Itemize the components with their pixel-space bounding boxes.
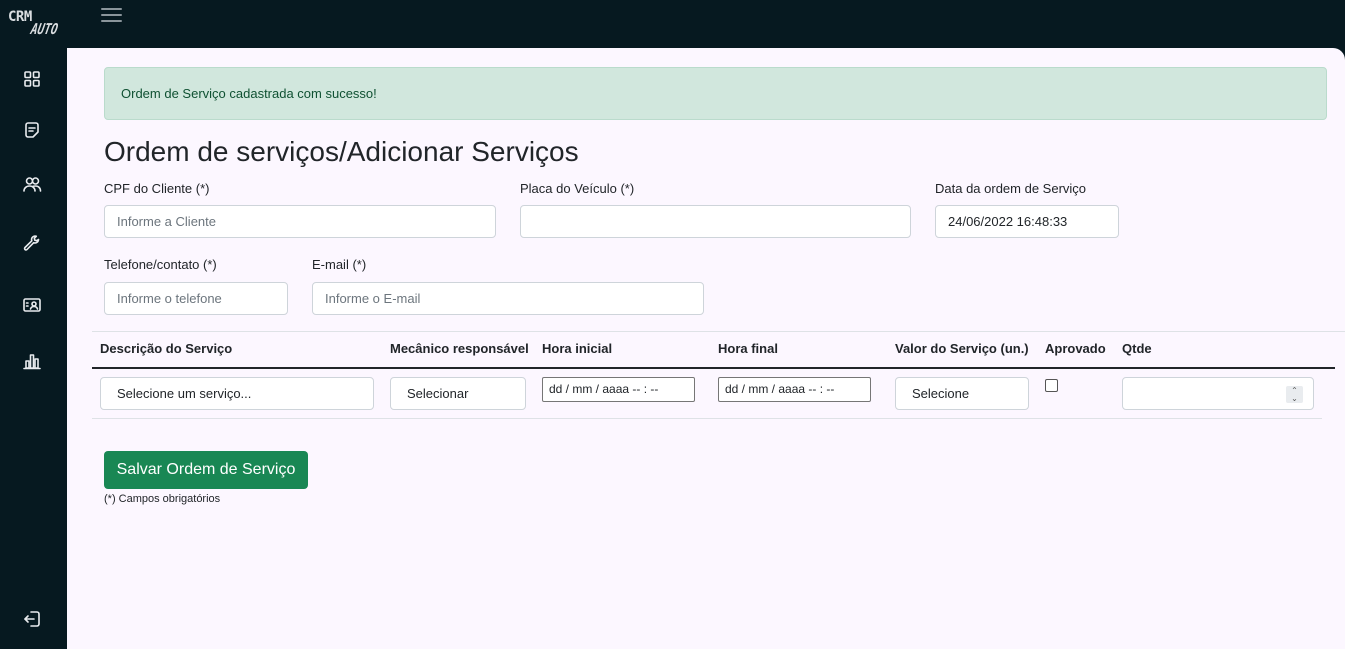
th-hora-inicial: Hora inicial <box>542 341 613 356</box>
sidebar-item-logout[interactable] <box>20 607 44 631</box>
note-icon <box>25 122 39 138</box>
table-bottom-border <box>92 418 1322 419</box>
telefone-label: Telefone/contato (*) <box>104 257 217 272</box>
main-panel: Ordem de Serviço cadastrada com sucesso!… <box>67 48 1345 649</box>
sidebar: CRM AUTO <box>0 0 67 649</box>
placa-label: Placa do Veículo (*) <box>520 181 635 196</box>
users-icon <box>23 177 42 192</box>
hamburger-icon <box>101 8 122 10</box>
sidebar-item-clients[interactable] <box>20 172 44 196</box>
th-valor: Valor do Serviço (un.) <box>895 341 1029 356</box>
data-label: Data da ordem de Serviço <box>935 181 1087 196</box>
save-order-button[interactable]: Salvar Ordem de Serviço <box>104 451 308 489</box>
hamburger-line <box>101 14 122 16</box>
success-alert: Ordem de Serviço cadastrada com sucesso! <box>104 67 1327 120</box>
cpf-label: CPF do Cliente (*) <box>104 181 210 196</box>
sidebar-item-dashboard[interactable] <box>20 67 44 91</box>
table-header-border <box>92 367 1335 369</box>
email-label: E-mail (*) <box>312 257 367 272</box>
id-card-icon <box>23 298 41 312</box>
servico-select[interactable]: Selecione um serviço... <box>100 377 374 410</box>
placa-input[interactable] <box>520 205 911 238</box>
sidebar-item-reports[interactable] <box>20 349 44 373</box>
th-hora-final: Hora final <box>718 341 778 356</box>
grid-icon <box>24 71 40 87</box>
aprovado-checkbox[interactable] <box>1045 379 1058 392</box>
data-input[interactable]: 24/06/2022 16:48:33 <box>935 205 1119 238</box>
app-logo[interactable]: CRM AUTO <box>8 9 60 41</box>
valor-select[interactable]: Selecione <box>895 377 1029 410</box>
wrench-icon <box>23 235 40 251</box>
spinner-arrows-icon[interactable]: ⌃ ⌄ <box>1286 386 1303 403</box>
telefone-input[interactable]: Informe o telefone <box>104 282 288 315</box>
th-qtde: Qtde <box>1122 341 1152 356</box>
hamburger-line <box>101 20 122 22</box>
sidebar-item-orders[interactable] <box>20 118 44 142</box>
bar-chart-icon <box>23 354 41 370</box>
table-top-border <box>92 331 1345 332</box>
logout-icon <box>24 611 40 627</box>
hora-final-input[interactable]: dd / mm / aaaa -- : -- <box>718 377 871 402</box>
email-input[interactable]: Informe o E-mail <box>312 282 704 315</box>
required-fields-note: (*) Campos obrigatórios <box>104 493 221 505</box>
page-title: Ordem de serviços/Adicionar Serviços <box>104 136 579 167</box>
mecanico-select[interactable]: Selecionar <box>390 377 526 410</box>
th-aprovado: Aprovado <box>1045 341 1106 356</box>
qtde-input[interactable]: ⌃ ⌄ <box>1122 377 1314 410</box>
logo-text-bottom: AUTO <box>29 20 60 39</box>
sidebar-item-services[interactable] <box>20 232 44 256</box>
sidebar-item-mechanics[interactable] <box>20 293 44 317</box>
cpf-input[interactable]: Informe a Cliente <box>104 205 496 238</box>
th-descricao: Descrição do Serviço <box>100 341 233 356</box>
menu-toggle-button[interactable] <box>101 8 122 24</box>
th-mecanico: Mecânico responsável <box>390 341 529 356</box>
hora-inicial-input[interactable]: dd / mm / aaaa -- : -- <box>542 377 695 402</box>
